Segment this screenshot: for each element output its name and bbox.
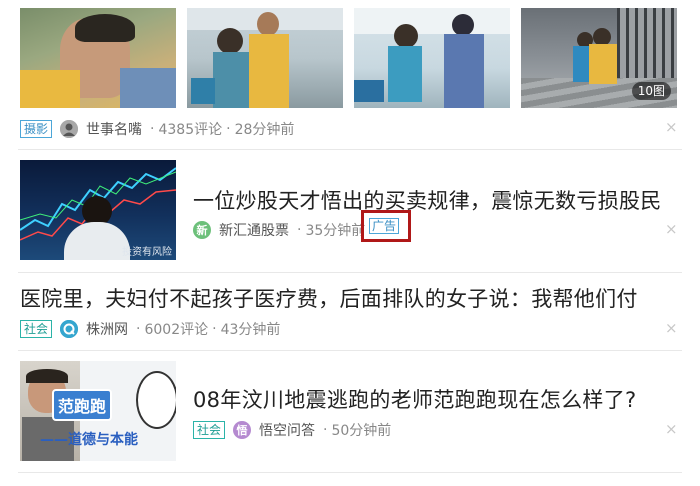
ad-label[interactable]: 广告 <box>369 218 400 234</box>
category-tag: 社会 <box>20 320 53 338</box>
source-avatar <box>60 320 79 338</box>
article-title[interactable]: 08年汶川地震逃跑的老师范跑跑现在怎么样了? <box>193 384 636 414</box>
category-tag: 摄影 <box>20 120 53 138</box>
photo-count-badge: 10图 <box>631 82 671 100</box>
news-item-gallery[interactable]: 10图 摄影 世事名嘴 · 4385评论 · 28分钟前 × <box>0 0 700 150</box>
close-icon[interactable]: × <box>665 118 678 136</box>
news-meta: 社会 悟 悟空问答 · 50分钟前 <box>193 420 391 440</box>
thumbnail-text-bottom: ——道德与本能 <box>40 432 138 448</box>
news-meta: 摄影 世事名嘴 · 4385评论 · 28分钟前 <box>20 119 294 139</box>
close-icon[interactable]: × <box>665 420 678 438</box>
publish-time: 35分钟前 <box>305 223 366 239</box>
article-thumbnail[interactable]: 范跑跑 ——道德与本能 <box>20 361 176 461</box>
comment-count[interactable]: 6002评论 <box>144 319 208 339</box>
source-name[interactable]: 新汇通股票 <box>219 220 289 240</box>
source-avatar: 新 <box>193 221 211 239</box>
gallery-photo-4[interactable]: 10图 <box>521 8 677 108</box>
gallery-photo-1[interactable] <box>20 8 176 108</box>
news-item-ad[interactable]: 投资有风险 一位炒股天才悟出的买卖规律，震惊无数亏损股民 新 新汇通股票 · 3… <box>0 150 700 272</box>
publish-time: 43分钟前 <box>220 322 281 338</box>
source-name[interactable]: 悟空问答 <box>259 420 315 440</box>
news-item-text[interactable]: 医院里，夫妇付不起孩子医疗费，后面排队的女子说：我帮他们付 社会 株洲网 · 6… <box>0 273 700 351</box>
comment-count[interactable]: 4385评论 <box>158 119 222 139</box>
gallery-photo-3[interactable] <box>354 8 510 108</box>
source-avatar <box>60 120 79 138</box>
thumbnail-caption: 投资有风险 <box>122 247 172 258</box>
close-icon[interactable]: × <box>665 319 678 337</box>
gallery-photo-2[interactable] <box>187 8 343 108</box>
article-title[interactable]: 医院里，夫妇付不起孩子医疗费，后面排队的女子说：我帮他们付 <box>20 283 638 313</box>
divider <box>18 472 682 473</box>
news-meta: 社会 株洲网 · 6002评论 · 43分钟前 <box>20 319 280 339</box>
article-title[interactable]: 一位炒股天才悟出的买卖规律，震惊无数亏损股民 <box>193 185 662 215</box>
close-icon[interactable]: × <box>665 220 678 238</box>
source-name[interactable]: 株洲网 <box>86 319 128 339</box>
publish-time: 28分钟前 <box>234 122 295 138</box>
news-item-image[interactable]: 范跑跑 ——道德与本能 08年汶川地震逃跑的老师范跑跑现在怎么样了? 社会 悟 … <box>0 351 700 486</box>
thumbnail-text-top: 范跑跑 <box>52 389 113 421</box>
publish-time: 50分钟前 <box>331 423 392 439</box>
article-thumbnail[interactable]: 投资有风险 <box>20 160 176 260</box>
category-tag: 社会 <box>193 421 226 439</box>
source-name[interactable]: 世事名嘴 <box>86 119 142 139</box>
source-avatar: 悟 <box>233 421 252 439</box>
news-meta: 新 新汇通股票 · 35分钟前 <box>193 220 365 240</box>
